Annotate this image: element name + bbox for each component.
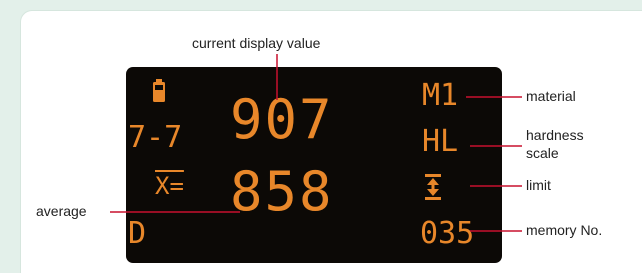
label-hardness-scale-line2: scale	[526, 144, 559, 161]
label-material: material	[526, 88, 576, 104]
label-average: average	[36, 203, 87, 219]
label-limit: limit	[526, 177, 551, 193]
label-current-display-value: current display value	[192, 35, 321, 51]
label-hardness-scale: hardness scale	[526, 127, 584, 162]
label-hardness-scale-line1: hardness	[526, 127, 584, 143]
label-memory-no: memory No.	[526, 222, 603, 238]
